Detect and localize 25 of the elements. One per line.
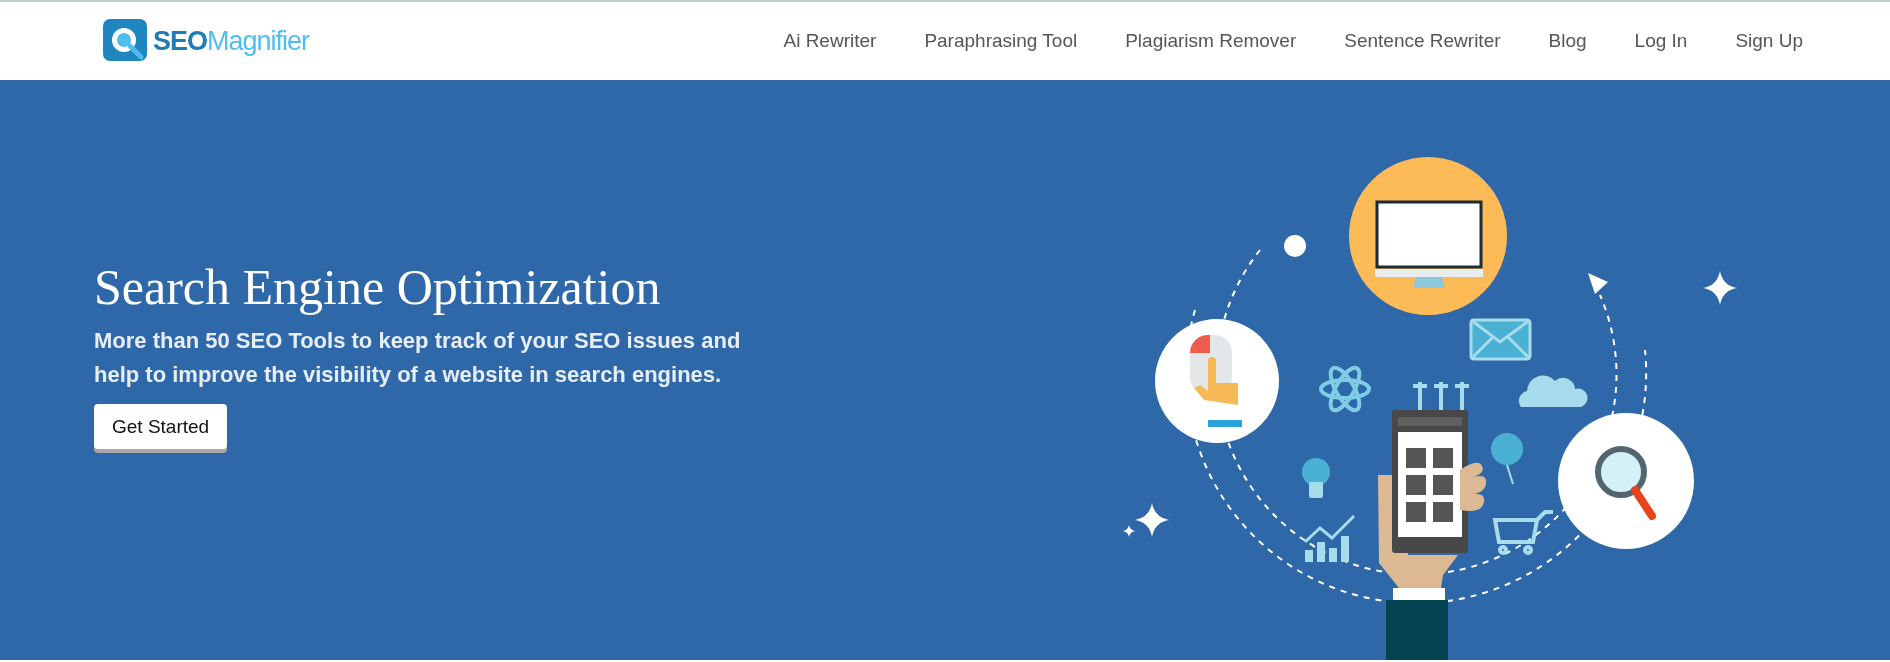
pin-icon xyxy=(1491,433,1523,485)
nav-link[interactable]: Paraphrasing Tool xyxy=(924,30,1078,52)
atom-icon xyxy=(1319,365,1371,413)
hero-title: Search Engine Optimization xyxy=(94,258,662,316)
triangle-icon xyxy=(1588,273,1608,294)
envelope-icon xyxy=(1469,318,1532,361)
nav-link[interactable]: Log In xyxy=(1634,30,1688,52)
nav-link[interactable]: Ai Rewriter xyxy=(783,30,877,52)
nav-link[interactable]: Blog xyxy=(1548,30,1587,52)
mouse-click-icon xyxy=(1155,319,1279,443)
magnifier-icon xyxy=(1558,413,1694,549)
sparkle-icon xyxy=(1703,271,1737,305)
nav-link[interactable]: Sentence Rewriter xyxy=(1344,30,1501,52)
nav-link[interactable]: Sign Up xyxy=(1735,30,1803,52)
hero-description: More than 50 SEO Tools to keep track of your SEO issues and help to improve the visibility of a website in search engines. xyxy=(94,327,742,389)
nav-link[interactable]: Plagiarism Remover xyxy=(1125,30,1297,52)
magnifier-logo-icon xyxy=(103,19,147,63)
cart-icon xyxy=(1493,510,1555,555)
chart-icon xyxy=(1303,514,1356,562)
cloud-icon xyxy=(1518,375,1588,407)
dot xyxy=(1284,235,1306,257)
arrows-icon xyxy=(1411,380,1471,412)
logo-text[interactable]: SEOMagnifier xyxy=(153,25,310,57)
lightbulb-icon xyxy=(1302,458,1330,498)
monitor-icon xyxy=(1349,157,1507,315)
